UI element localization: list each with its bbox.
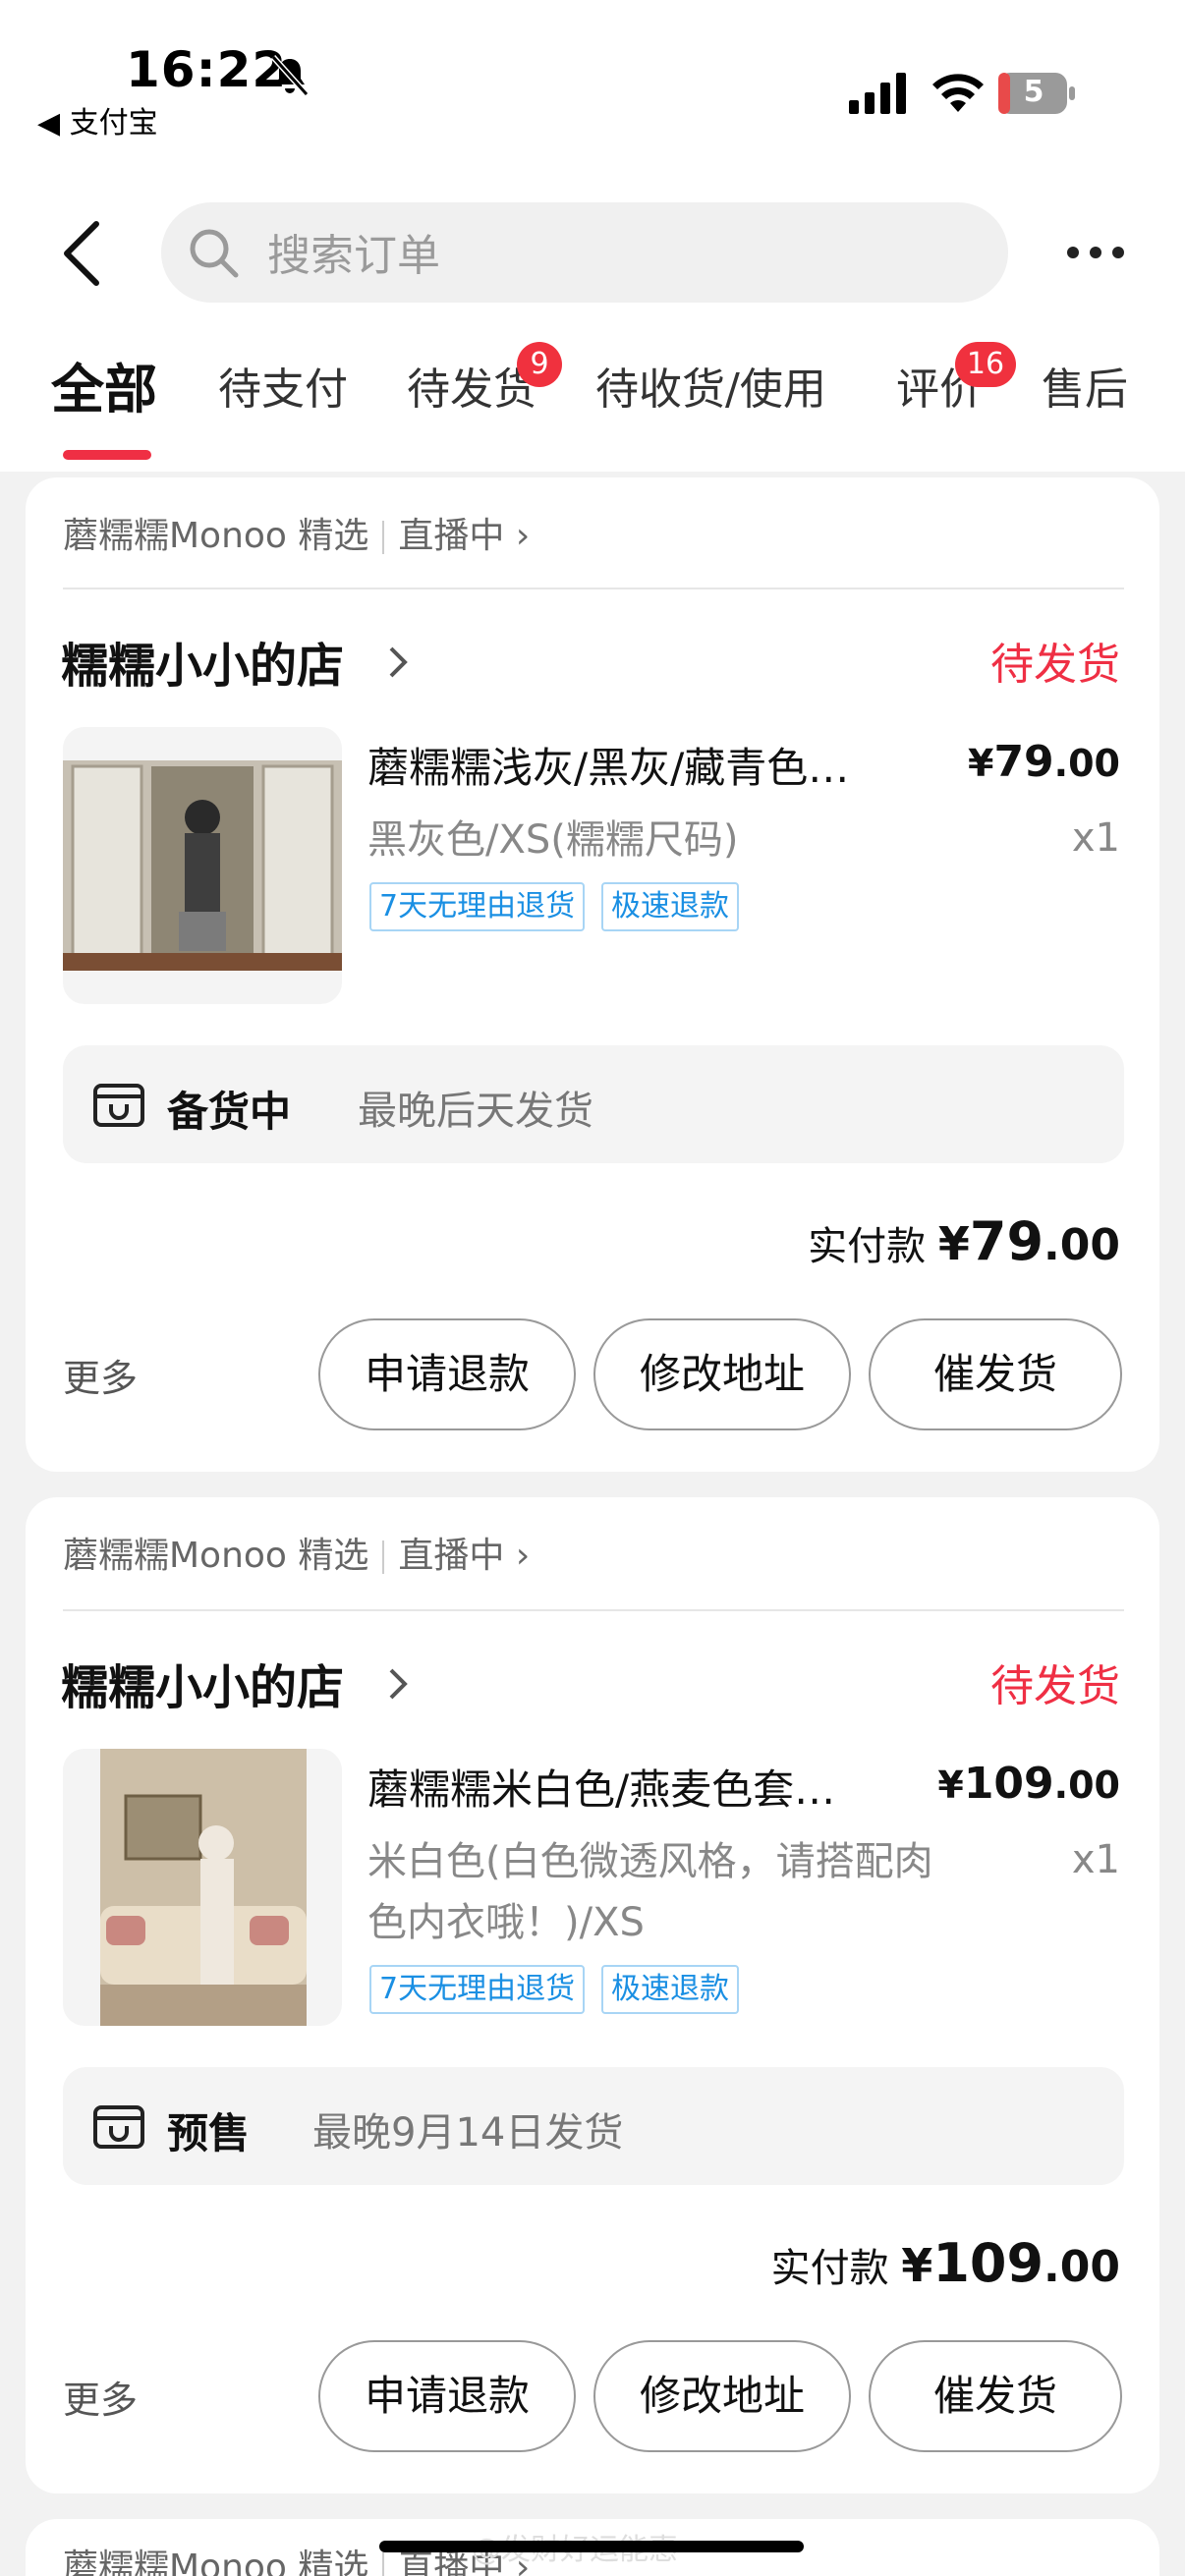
bell-muted-icon (270, 54, 310, 97)
product-name[interactable]: 蘑糯糯浅灰/黑灰/藏青色… (367, 735, 849, 795)
channel-name: 蘑糯糯Monoo 精选 (63, 2548, 369, 2576)
home-indicator[interactable] (379, 2541, 804, 2552)
order-status: 待发货 (990, 640, 1120, 690)
tab-all[interactable]: 全部 (51, 346, 157, 423)
battery-level: 5 (1023, 75, 1044, 109)
shipping-label: 备货中 (167, 1088, 292, 1136)
wifi-icon (932, 74, 984, 112)
channel-name: 蘑糯糯Monoo 精选 (63, 1536, 369, 1576)
urge-shipment-button[interactable]: 催发货 (869, 1318, 1122, 1430)
tab-pending-payment[interactable]: 待支付 (218, 354, 348, 417)
chevron-right-icon (389, 646, 408, 678)
review-badge: 16 (955, 342, 1016, 387)
package-icon (93, 2105, 144, 2149)
product-image[interactable] (63, 1749, 342, 2026)
product-quantity: x1 (1071, 815, 1120, 861)
tab-after-sales[interactable]: 售后 (1042, 354, 1128, 417)
search-placeholder: 搜索订单 (267, 231, 440, 281)
shipping-status-bar[interactable]: 预售 最晚9月14日发货 (63, 2067, 1124, 2185)
return-policy-tag: 7天无理由退货 (369, 1965, 586, 2014)
fast-refund-tag: 极速退款 (601, 1965, 739, 2014)
divider (63, 588, 1124, 589)
package-icon (93, 1084, 144, 1127)
live-label: 直播中 (398, 1536, 505, 1576)
product-name[interactable]: 蘑糯糯米白色/燕麦色套… (367, 1757, 835, 1817)
shop-name[interactable]: 糯糯小小的店 (61, 627, 344, 696)
more-actions[interactable]: 更多 (63, 2370, 138, 2424)
more-options-icon[interactable] (1065, 240, 1126, 265)
product-photo-icon (100, 1749, 307, 2026)
product-spec: 黑灰色/XS(糯糯尺码) (367, 817, 739, 863)
shop-name[interactable]: 糯糯小小的店 (61, 1649, 344, 1717)
tab-pending-receipt[interactable]: 待收货/使用 (595, 354, 826, 417)
back-to-app-link[interactable]: ◀ 支付宝 (37, 98, 158, 141)
product-price: ¥79.00 (967, 737, 1120, 787)
active-tab-indicator (63, 450, 151, 460)
channel-row[interactable]: 蘑糯糯Monoo 精选 直播中 › (63, 507, 530, 558)
request-refund-button[interactable]: 申请退款 (318, 1318, 576, 1430)
more-actions[interactable]: 更多 (63, 1348, 138, 1402)
chevron-right-icon (389, 1668, 408, 1700)
pending-shipment-badge: 9 (517, 342, 562, 387)
fast-refund-tag: 极速退款 (601, 882, 739, 931)
shipping-note: 最晚后天发货 (358, 1089, 593, 1134)
urge-shipment-button[interactable]: 催发货 (869, 2340, 1122, 2452)
shipping-note: 最晚9月14日发货 (312, 2110, 624, 2156)
search-icon (190, 229, 239, 278)
cellular-signal-icon (849, 73, 906, 114)
paid-amount: 实付款 ¥79.00 (808, 1210, 1120, 1272)
paid-amount: 实付款 ¥109.00 (770, 2232, 1120, 2294)
live-label: 直播中 (398, 516, 505, 556)
status-time: 16:22 (126, 41, 288, 98)
product-spec: 米白色(白色微透风格，请搭配肉色内衣哦！)/XS (367, 1839, 933, 1945)
request-refund-button[interactable]: 申请退款 (318, 2340, 576, 2452)
product-quantity: x1 (1071, 1837, 1120, 1882)
product-photo-icon (63, 760, 342, 971)
order-status: 待发货 (990, 1661, 1120, 1711)
shipping-label: 预售 (167, 2109, 251, 2157)
channel-name: 蘑糯糯Monoo 精选 (63, 516, 369, 556)
divider (63, 1609, 1124, 1611)
change-address-button[interactable]: 修改地址 (593, 2340, 851, 2452)
return-policy-tag: 7天无理由退货 (369, 882, 586, 931)
order-card: 蘑糯糯Monoo 精选 直播中 › 糯糯小小的店 待发货 蘑糯糯米白色/燕麦色套…… (26, 1497, 1159, 2493)
product-image[interactable] (63, 727, 342, 1004)
order-card: 蘑糯糯Monoo 精选 直播中 › 糯糯小小的店 待发货 蘑糯糯浅灰/黑灰/藏青色… (26, 477, 1159, 1472)
back-arrow-icon[interactable] (59, 218, 106, 289)
shipping-status-bar[interactable]: 备货中 最晚后天发货 (63, 1045, 1124, 1163)
product-price: ¥109.00 (937, 1759, 1120, 1809)
change-address-button[interactable]: 修改地址 (593, 1318, 851, 1430)
channel-row[interactable]: 蘑糯糯Monoo 精选 直播中 › (63, 1527, 530, 1578)
